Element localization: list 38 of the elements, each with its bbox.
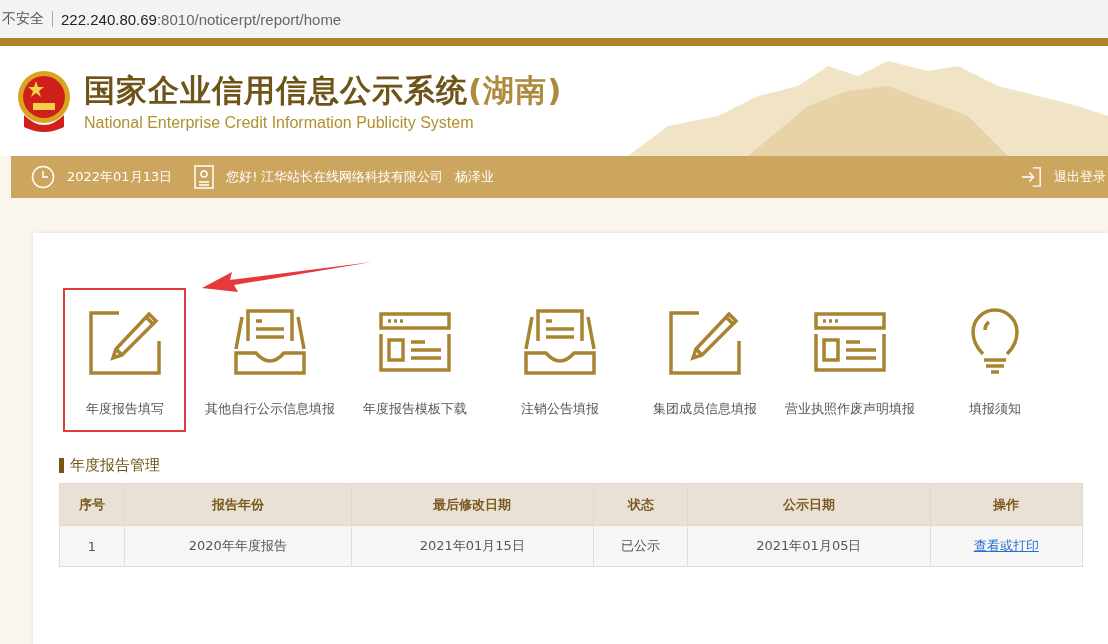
table-cell: 2021年01月05日 — [687, 525, 931, 567]
column-header: 公示日期 — [687, 483, 931, 526]
emblem-icon — [16, 69, 72, 133]
column-header: 报告年份 — [124, 483, 352, 526]
table-cell: 2020年年度报告 — [124, 525, 352, 567]
table-cell: 已公示 — [593, 525, 688, 567]
function-tile[interactable]: 注销公告填报 — [498, 288, 621, 432]
inbox-tray-icon — [233, 308, 306, 376]
function-tile[interactable]: 年度报告模板下载 — [353, 288, 476, 432]
lightbulb-icon — [970, 308, 1019, 376]
column-header: 状态 — [593, 483, 688, 526]
url-text: 222.240.80.69:8010/noticerpt/report/home — [61, 10, 342, 28]
column-header: 最后修改日期 — [351, 483, 594, 526]
logout-icon[interactable] — [1020, 166, 1042, 188]
clock-icon — [31, 165, 55, 189]
user-name: 杨泽业 — [455, 168, 495, 186]
greeting-text: 您好! — [226, 168, 258, 186]
pencil-icon — [88, 308, 161, 376]
table-cell: 1 — [59, 525, 125, 567]
column-header: 操作 — [930, 483, 1083, 526]
view-print-link[interactable]: 查看或打印 — [973, 538, 1039, 553]
security-label: 不安全 — [2, 10, 44, 28]
inbox-tray-icon — [523, 308, 596, 376]
address-bar[interactable]: 不安全 222.240.80.69:8010/noticerpt/report/home — [0, 0, 1108, 38]
site-subtitle: National Enterprise Credit Information Publicity System — [84, 114, 475, 132]
table-cell: 2021年01月15日 — [351, 525, 594, 567]
function-tile[interactable]: 填报须知 — [933, 288, 1056, 432]
section-marker — [59, 458, 64, 473]
section-title: 年度报告管理 — [70, 456, 160, 475]
region-title: (湖南) — [468, 72, 563, 108]
pencil-icon — [668, 308, 741, 376]
function-tile[interactable]: 集团成员信息填报 — [643, 288, 766, 432]
date-text: 2022年01月13日 — [67, 168, 173, 186]
user-card-icon — [194, 165, 215, 189]
column-header: 序号 — [59, 483, 125, 526]
function-tile[interactable]: 年度报告填写 — [63, 288, 186, 432]
site-title: 国家企业信用信息公示系统 — [84, 72, 468, 108]
company-name: 江华站长在线网络科技有限公司 — [261, 168, 444, 186]
